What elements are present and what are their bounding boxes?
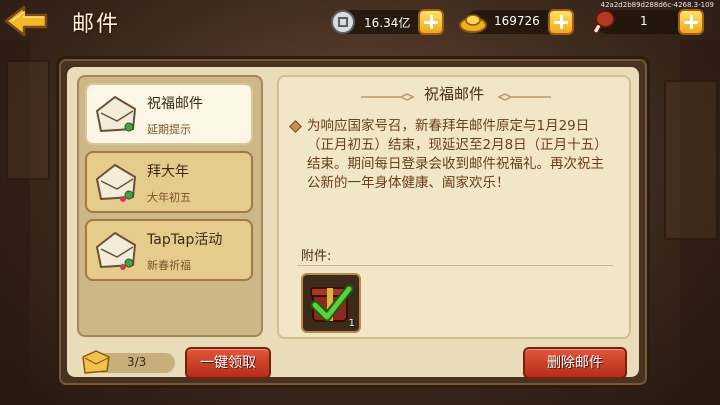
gold-ingot-icon xyxy=(459,14,487,33)
silver-value: 16.34亿 xyxy=(364,16,411,30)
mail-detail: 祝福邮件 为响应国家号召，新春拜年邮件原定与1月29日（正月初五）结束，现延迟至… xyxy=(277,75,631,339)
mail-subtitle: 延期提示 xyxy=(147,123,191,136)
mail-title: TapTap活动 xyxy=(147,232,223,248)
silver-coin-icon xyxy=(331,10,355,34)
page-title: 邮件 xyxy=(72,12,121,37)
add-stamina-button[interactable] xyxy=(678,9,704,35)
mail-item-blessing[interactable]: 祝福邮件 延期提示 xyxy=(85,83,253,145)
ornament-right-icon xyxy=(497,93,551,101)
envelope-icon xyxy=(96,232,136,270)
mail-subtitle: 大年初五 xyxy=(147,191,191,204)
mail-detail-title: 祝福邮件 xyxy=(423,85,484,103)
meat-drumstick-icon xyxy=(592,10,615,34)
mail-title: 祝福邮件 xyxy=(147,96,203,112)
claim-all-button[interactable]: 一键领取 xyxy=(185,347,271,379)
mail-detail-body: 为响应国家号召，新春拜年邮件原定与1月29日（正月初五）结束，现延迟至2月8日（… xyxy=(307,118,608,191)
bg-shelf-left xyxy=(6,60,50,180)
arrow-left-icon xyxy=(4,5,48,37)
mail-list[interactable]: 祝福邮件 延期提示 拜大年 大年初五 TapTap活动 新春祈福 xyxy=(77,75,263,337)
bg-shelf-right xyxy=(664,80,718,240)
gold-value: 169726 xyxy=(494,14,540,28)
envelope-icon xyxy=(96,96,136,132)
delete-mail-button[interactable]: 删除邮件 xyxy=(523,347,627,379)
top-bar: 邮件 42a2d2b89d288d6c-4268.3-109 16.34亿 16… xyxy=(0,0,720,44)
mail-envelope-icon xyxy=(82,350,110,374)
diamond-bullet-icon xyxy=(289,120,302,133)
envelope-icon xyxy=(96,164,136,202)
add-gold-button[interactable] xyxy=(548,9,574,35)
attachment-quantity: 1 xyxy=(348,318,355,329)
stamina-value: 1 xyxy=(640,14,648,28)
mail-panel-inner: 祝福邮件 延期提示 拜大年 大年初五 TapTap活动 新春祈福 3/3 一键领… xyxy=(67,67,639,379)
back-button[interactable] xyxy=(4,4,50,38)
mail-title: 拜大年 xyxy=(147,164,189,180)
mail-item-new-year[interactable]: 拜大年 大年初五 xyxy=(85,151,253,213)
mail-count-badge: 3/3 xyxy=(77,349,177,375)
mail-subtitle: 新春祈福 xyxy=(147,259,191,272)
attachment-item[interactable]: 1 xyxy=(301,273,361,333)
device-id-text: 42a2d2b89d288d6c-4268.3-109 xyxy=(600,1,714,9)
attachment-divider xyxy=(297,265,613,266)
mail-panel: 祝福邮件 延期提示 拜大年 大年初五 TapTap活动 新春祈福 3/3 一键领… xyxy=(56,56,650,388)
add-silver-button[interactable] xyxy=(418,9,444,35)
attachment-label: 附件: xyxy=(301,249,332,264)
mail-count-text: 3/3 xyxy=(127,355,147,369)
mail-item-taptap[interactable]: TapTap活动 新春祈福 xyxy=(85,219,253,281)
